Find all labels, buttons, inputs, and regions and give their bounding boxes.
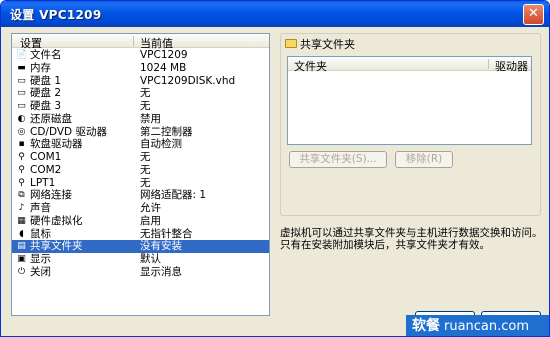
settings-row-value: 显示消息 — [140, 265, 182, 278]
settings-row-name: 显示 — [30, 253, 51, 265]
watermark-en: ruancan.com — [444, 319, 530, 334]
settings-row-name: COM2 — [30, 163, 62, 176]
sound-icon: ♪ — [18, 203, 25, 213]
settings-row-name: 硬盘 3 — [30, 100, 62, 112]
harddisk-icon: ▭ — [17, 101, 26, 111]
undo-disk-icon: ◐ — [17, 113, 26, 124]
settings-row-name: COM1 — [30, 151, 62, 163]
settings-row-value: 无指针整合 — [140, 227, 193, 240]
settings-row-value: 无 — [140, 100, 151, 112]
settings-row[interactable]: ▪ 软盘驱动器 自动检测 — [12, 138, 269, 151]
display-icon: ▣ — [17, 254, 26, 264]
settings-row-value: 默认 — [140, 253, 161, 265]
port-icon: ⚲ — [18, 164, 25, 175]
settings-row-value: VPC1209DISK.vhd — [140, 74, 236, 87]
shared-folder-list-header: 文件夹 驱动器 — [288, 57, 531, 74]
settings-row-value: 允许 — [140, 202, 161, 214]
harddisk-icon: ▭ — [17, 75, 26, 86]
settings-row-name: 共享文件夹 — [30, 240, 83, 253]
shared-folder-list[interactable]: 文件夹 驱动器 — [287, 56, 532, 145]
settings-row[interactable]: ◎ CD/DVD 驱动器 第二控制器 — [12, 126, 269, 139]
settings-row[interactable]: ▭ 硬盘 1 VPC1209DISK.vhd — [12, 75, 269, 88]
settings-row[interactable]: 📄 文件名 VPC1209 — [12, 49, 269, 62]
settings-row[interactable]: ◐ 还原磁盘 禁用 — [12, 113, 269, 126]
cd-icon: ◎ — [17, 126, 26, 137]
settings-row-name: 文件名 — [30, 49, 62, 61]
settings-row[interactable]: ▦ 硬件虚拟化 启用 — [12, 215, 269, 228]
settings-row-name: LPT1 — [30, 176, 56, 189]
shared-folders-group: 共享文件夹 文件夹 驱动器 共享文件夹(S)... 移除(R) — [280, 33, 541, 216]
close-setting-icon: ⏻ — [17, 266, 26, 277]
settings-row[interactable]: ⚲ LPT1 无 — [12, 177, 269, 190]
settings-row[interactable]: ▭ 硬盘 3 无 — [12, 100, 269, 113]
shared-folder-icon: ▤ — [17, 241, 26, 252]
settings-row[interactable]: ▣ 显示 默认 — [12, 253, 269, 266]
settings-row[interactable]: ⏻ 关闭 显示消息 — [12, 266, 269, 279]
watermark: 软餐 ruancan.com — [406, 315, 549, 336]
window-title: 设置 VPC1209 — [10, 8, 102, 22]
settings-row-value: 无 — [140, 87, 151, 100]
settings-window: 设置 VPC1209 ✕ 设置 当前值 📄 文件名 VPC1209 ▬ 内存 1024 M… — [0, 0, 550, 337]
settings-list-header: 设置 当前值 — [12, 34, 269, 50]
settings-row[interactable]: ◖ 鼠标 无指针整合 — [12, 228, 269, 241]
settings-row-name: 硬盘 2 — [30, 87, 62, 100]
settings-row-value: VPC1209 — [140, 49, 188, 61]
settings-row-name: CD/DVD 驱动器 — [30, 125, 107, 138]
port-icon: ⚲ — [18, 177, 25, 188]
settings-row-value: 禁用 — [140, 112, 161, 125]
group-title: 共享文件夹 — [300, 38, 355, 51]
column-separator[interactable] — [488, 59, 489, 69]
settings-row-value: 无 — [140, 151, 151, 163]
title-bar[interactable]: 设置 VPC1209 ✕ — [1, 1, 549, 27]
file-icon: 📄 — [16, 50, 28, 60]
info-text: 虚拟机可以通过共享文件夹与主机进行数据交换和访问。只有在安装附加模块后，共享文件… — [280, 227, 543, 251]
settings-row-value: 网络适配器: 1 — [140, 189, 207, 202]
watermark-cn: 软餐 — [412, 318, 440, 334]
hardware-icon: ▦ — [17, 215, 26, 226]
settings-row-value: 第二控制器 — [140, 125, 193, 138]
settings-row-name: 声音 — [30, 202, 51, 214]
settings-rows: 📄 文件名 VPC1209 ▬ 内存 1024 MB ▭ 硬盘 1 VPC1209DISK.vh… — [12, 49, 269, 279]
settings-row-name: 软盘驱动器 — [30, 138, 83, 151]
column-separator[interactable] — [133, 36, 134, 46]
settings-row-name: 内存 — [30, 61, 51, 74]
settings-row-name: 网络连接 — [30, 189, 72, 202]
settings-row[interactable]: ⧉ 网络连接 网络适配器: 1 — [12, 189, 269, 202]
settings-row-name: 硬盘 1 — [30, 74, 62, 87]
settings-row-name: 硬件虚拟化 — [30, 214, 83, 227]
settings-row-value: 无 — [140, 176, 151, 189]
share-folder-button[interactable]: 共享文件夹(S)... — [289, 151, 387, 168]
memory-icon: ▬ — [17, 62, 26, 73]
close-button[interactable]: ✕ — [523, 4, 544, 25]
settings-row[interactable]: ▤ 共享文件夹 没有安装 — [12, 240, 269, 253]
mouse-icon: ◖ — [19, 228, 24, 239]
settings-row-name: 还原磁盘 — [30, 112, 72, 125]
port-icon: ⚲ — [18, 152, 25, 162]
settings-row[interactable]: ▬ 内存 1024 MB — [12, 62, 269, 75]
settings-row-name: 鼠标 — [30, 227, 51, 240]
settings-row[interactable]: ⚲ COM1 无 — [12, 151, 269, 164]
settings-row-value: 1024 MB — [140, 61, 187, 74]
column-header-drive[interactable]: 驱动器 — [495, 58, 528, 74]
settings-row-value: 自动检测 — [140, 138, 182, 151]
settings-row[interactable]: ▭ 硬盘 2 无 — [12, 87, 269, 100]
settings-row-value: 无 — [140, 163, 151, 176]
settings-row-name: 关闭 — [30, 265, 51, 278]
remove-button[interactable]: 移除(R) — [395, 151, 453, 168]
settings-row-value: 启用 — [140, 214, 161, 227]
folder-icon — [285, 39, 297, 48]
settings-row-value: 没有安装 — [140, 240, 182, 253]
network-icon: ⧉ — [18, 190, 25, 201]
column-header-folder[interactable]: 文件夹 — [294, 58, 327, 74]
settings-list[interactable]: 设置 当前值 📄 文件名 VPC1209 ▬ 内存 1024 MB ▭ 硬盘 1 VPC1209… — [11, 33, 270, 316]
floppy-icon: ▪ — [18, 139, 25, 150]
harddisk-icon: ▭ — [17, 88, 26, 99]
settings-row[interactable]: ⚲ COM2 无 — [12, 164, 269, 177]
settings-row[interactable]: ♪ 声音 允许 — [12, 202, 269, 215]
